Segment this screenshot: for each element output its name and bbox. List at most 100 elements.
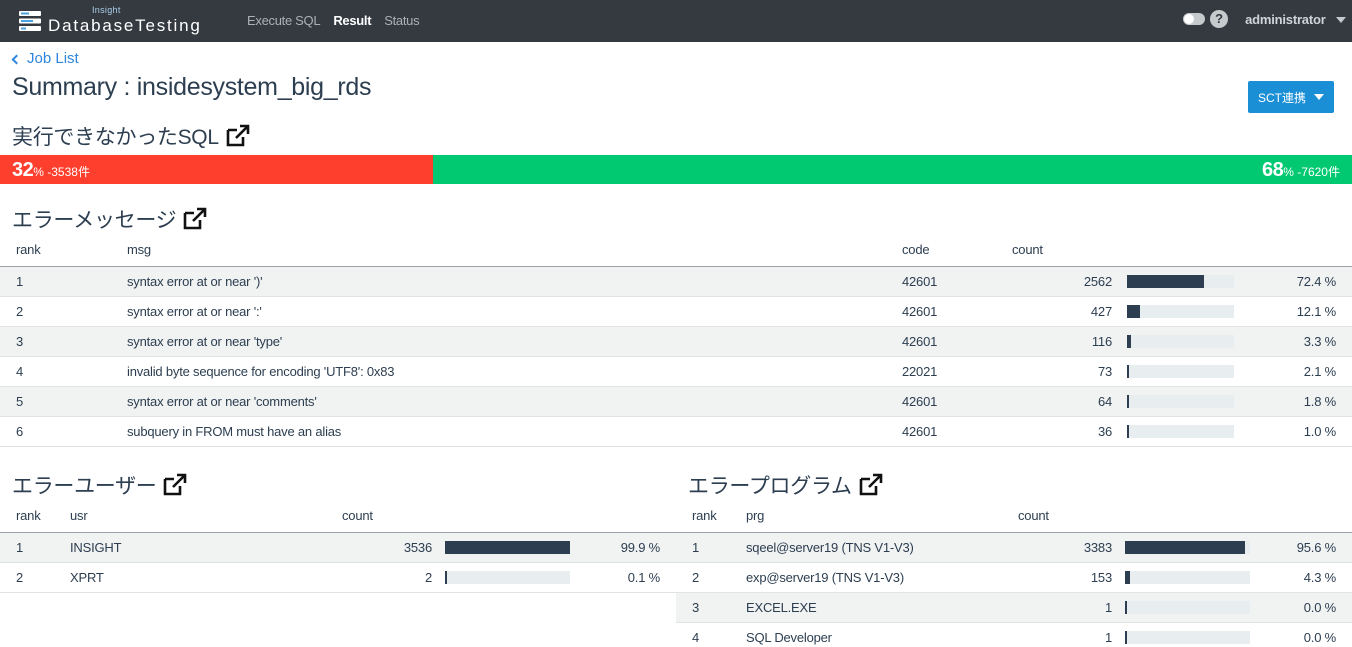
cell-bar — [1118, 622, 1256, 647]
cell-rank: 1 — [0, 266, 123, 297]
ratio-bar — [1125, 570, 1250, 584]
failed-label: 32% -3538件 — [12, 159, 90, 182]
table-row[interactable]: 4 invalid byte sequence for encoding 'UTF… — [0, 356, 1352, 387]
cell-count: 36 — [1008, 416, 1120, 447]
cell-code: 42601 — [898, 326, 1008, 357]
nav-status[interactable]: Status — [384, 13, 419, 28]
external-link-icon[interactable] — [182, 207, 208, 231]
page-title: Summary : insidesystem_big_rds — [12, 73, 372, 101]
sct-button-label: SCT連携 — [1257, 90, 1306, 105]
cell-bar — [1120, 356, 1240, 387]
error-program-rows: 1 sqeel@server19 (TNS V1-V3) 3383 95.6 % 2 ex… — [676, 532, 1352, 647]
cell-rank: 4 — [0, 356, 123, 387]
col-count[interactable]: count — [338, 500, 438, 533]
success-percent: 68 — [1262, 159, 1284, 181]
cell-count: 64 — [1008, 386, 1120, 417]
cell-msg: invalid byte sequence for encoding 'UTF8… — [123, 356, 898, 387]
section-title-text: エラープログラム — [688, 475, 852, 498]
col-bar — [1120, 234, 1240, 267]
error-program-table: rank prg count 1 sqeel@server19 (TNS V1-V… — [676, 500, 1352, 647]
brand-text: Insight DatabaseTesting — [48, 5, 238, 36]
section-title-text: 実行できなかったSQL — [12, 126, 219, 149]
col-rank[interactable]: rank — [0, 500, 66, 533]
nav-execute-sql[interactable]: Execute SQL — [247, 13, 321, 28]
nav-result[interactable]: Result — [333, 13, 371, 28]
ratio-bar-fill — [1127, 364, 1130, 378]
table-row[interactable]: 1 sqeel@server19 (TNS V1-V3) 3383 95.6 % — [676, 532, 1352, 563]
success-segment: 68% -7620件 — [432, 155, 1352, 184]
table-row[interactable]: 4 SQL Developer 1 0.0 % — [676, 622, 1352, 647]
cell-msg: syntax error at or near ')' — [123, 266, 898, 297]
ratio-bar — [445, 570, 570, 584]
ratio-bar — [1127, 394, 1234, 408]
col-rank[interactable]: rank — [0, 234, 123, 267]
error-user-rows: 1 INSIGHT 3536 99.9 % 2 XPRT 2 0.1 % — [0, 532, 676, 593]
execution-ratio-bar: 32% -3538件 68% -7620件 — [0, 155, 1352, 184]
error-user-table: rank usr count 1 INSIGHT 3536 99.9 % 2 XPRT 2 0… — [0, 500, 676, 593]
ratio-bar-fill — [1127, 274, 1205, 288]
table-row[interactable]: 2 exp@server19 (TNS V1-V3) 153 4.3 % — [676, 562, 1352, 593]
brand[interactable]: Insight DatabaseTesting — [18, 5, 238, 36]
cell-count: 427 — [1008, 296, 1120, 327]
table-row[interactable]: 1 syntax error at or near ')' 42601 2562 72.… — [0, 266, 1352, 297]
section-title-text: エラーメッセージ — [12, 209, 177, 232]
col-code[interactable]: code — [898, 234, 1008, 267]
cell-count: 1 — [1014, 622, 1118, 647]
error-message-rows: 1 syntax error at or near ')' 42601 2562 72.… — [0, 266, 1352, 447]
cell-msg: syntax error at or near 'comments' — [123, 386, 898, 417]
table-row[interactable]: 3 EXCEL.EXE 1 0.0 % — [676, 592, 1352, 623]
col-prg[interactable]: prg — [742, 500, 1014, 533]
ratio-bar — [1125, 630, 1250, 644]
external-link-icon[interactable] — [225, 124, 251, 148]
cell-rank: 1 — [0, 532, 66, 563]
nav-links: Execute SQL Result Status — [247, 13, 420, 28]
sct-button[interactable]: SCT連携 — [1248, 81, 1334, 113]
col-percent — [1256, 500, 1352, 533]
table-header-row: rank usr count — [0, 500, 676, 533]
col-count[interactable]: count — [1014, 500, 1118, 533]
col-percent — [1240, 234, 1352, 267]
table-row[interactable]: 1 INSIGHT 3536 99.9 % — [0, 532, 676, 563]
table-header-row: rank prg count — [676, 500, 1352, 533]
external-link-icon[interactable] — [162, 473, 188, 497]
user-menu[interactable]: administrator — [1245, 12, 1346, 27]
section-error-programs: エラープログラム — [688, 470, 884, 500]
cell-count: 2 — [338, 562, 438, 593]
cell-code: 42601 — [898, 386, 1008, 417]
failed-segment: 32% -3538件 — [0, 155, 433, 184]
cell-prg: exp@server19 (TNS V1-V3) — [742, 562, 1014, 593]
toggle-switch[interactable] — [1183, 13, 1206, 25]
caret-down-icon — [1336, 17, 1346, 24]
col-rank[interactable]: rank — [676, 500, 742, 533]
brand-logo-icon — [19, 11, 41, 31]
section-title-text: エラーユーザー — [12, 475, 157, 498]
user-name: administrator — [1245, 11, 1326, 27]
col-count[interactable]: count — [1008, 234, 1120, 267]
cell-percent: 0.0 % — [1256, 592, 1352, 623]
col-usr[interactable]: usr — [66, 500, 338, 533]
col-bar — [438, 500, 576, 533]
cell-usr: XPRT — [66, 562, 338, 593]
table-row[interactable]: 2 syntax error at or near ':' 42601 427 12.1… — [0, 296, 1352, 327]
cell-count: 3383 — [1014, 532, 1118, 563]
table-row[interactable]: 3 syntax error at or near 'type' 42601 116 3… — [0, 326, 1352, 357]
cell-percent: 99.9 % — [576, 532, 676, 563]
col-bar — [1118, 500, 1256, 533]
ratio-bar-fill — [1127, 304, 1140, 318]
table-row[interactable]: 6 subquery in FROM must have an alias 4260… — [0, 416, 1352, 447]
table-row[interactable]: 5 syntax error at or near 'comments' 42601… — [0, 386, 1352, 417]
col-msg[interactable]: msg — [123, 234, 898, 267]
section-error-messages: エラーメッセージ — [12, 204, 208, 234]
failed-count: % -3538件 — [33, 165, 90, 179]
ratio-bar-fill — [1125, 600, 1127, 614]
cell-msg: syntax error at or near 'type' — [123, 326, 898, 357]
cell-percent: 95.6 % — [1256, 532, 1352, 563]
external-link-icon[interactable] — [858, 473, 884, 497]
cell-code: 42601 — [898, 296, 1008, 327]
cell-percent: 3.3 % — [1240, 326, 1352, 357]
success-label: 68% -7620件 — [1262, 159, 1340, 182]
job-list-link[interactable]: Job List — [11, 50, 79, 67]
help-icon[interactable]: ? — [1210, 10, 1229, 28]
cell-bar — [438, 562, 576, 593]
table-row[interactable]: 2 XPRT 2 0.1 % — [0, 562, 676, 593]
